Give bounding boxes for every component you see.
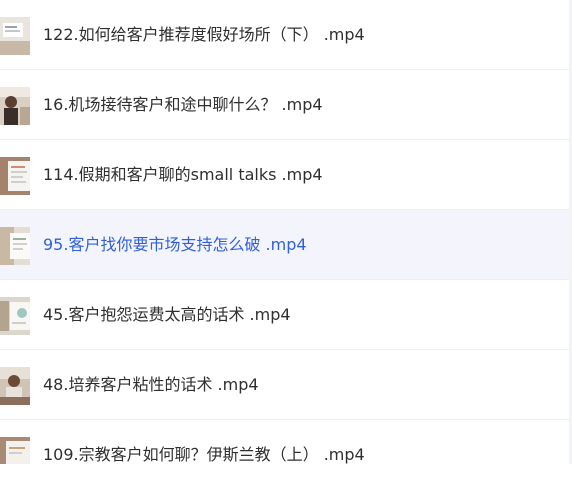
video-thumbnail xyxy=(0,157,30,195)
video-title: 16.机场接待客户和途中聊什么？ .mp4 xyxy=(43,95,323,114)
video-title: 114.假期和客户聊的small talks .mp4 xyxy=(43,165,323,184)
video-title: 122.如何给客户推荐度假好场所（下） .mp4 xyxy=(43,25,365,44)
list-item[interactable]: 114.假期和客户聊的small talks .mp4 xyxy=(0,140,572,210)
list-item-active[interactable]: 95.客户找你要市场支持怎么破 .mp4 xyxy=(0,210,572,280)
list-footer xyxy=(0,464,572,494)
video-title: 109.宗教客户如何聊？伊斯兰教（上） .mp4 xyxy=(43,445,365,464)
video-thumbnail xyxy=(0,297,30,335)
video-thumbnail xyxy=(0,17,30,55)
video-thumbnail xyxy=(0,437,30,464)
list-item[interactable]: 45.客户抱怨运费太高的话术 .mp4 xyxy=(0,280,572,350)
list-item[interactable]: 122.如何给客户推荐度假好场所（下） .mp4 xyxy=(0,0,572,70)
list-item[interactable]: 16.机场接待客户和途中聊什么？ .mp4 xyxy=(0,70,572,140)
video-list: 122.如何给客户推荐度假好场所（下） .mp4 16.机场接待客户和途中聊什么… xyxy=(0,0,572,464)
video-thumbnail xyxy=(0,367,30,405)
video-thumbnail xyxy=(0,227,30,265)
video-title: 45.客户抱怨运费太高的话术 .mp4 xyxy=(43,305,291,324)
video-title: 48.培养客户粘性的话术 .mp4 xyxy=(43,375,259,394)
video-title: 95.客户找你要市场支持怎么破 .mp4 xyxy=(43,235,307,254)
list-item[interactable]: 109.宗教客户如何聊？伊斯兰教（上） .mp4 xyxy=(0,420,572,464)
video-thumbnail xyxy=(0,87,30,125)
list-item[interactable]: 48.培养客户粘性的话术 .mp4 xyxy=(0,350,572,420)
